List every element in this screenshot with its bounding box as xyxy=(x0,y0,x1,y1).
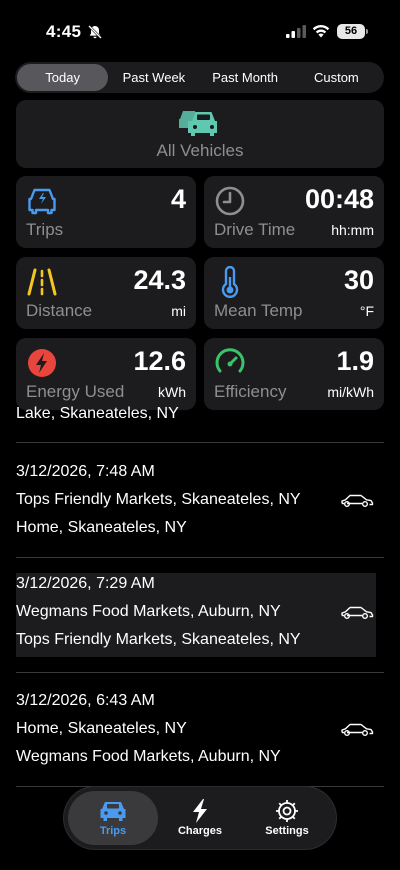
list-divider xyxy=(16,557,384,558)
lightning-bolt-icon xyxy=(28,349,56,377)
gauge-icon xyxy=(215,348,245,373)
tab-charges[interactable]: Charges xyxy=(155,791,245,845)
tab-settings[interactable]: Settings xyxy=(242,791,332,845)
tab-today[interactable]: Today xyxy=(17,64,109,91)
drive-time-value: 00:48 xyxy=(304,184,374,214)
trips-label: Trips xyxy=(26,220,64,239)
car-icon xyxy=(100,802,126,821)
cellular-signal-icon xyxy=(286,25,306,38)
trip-partial-destination: Lake, Skaneateles, NY xyxy=(16,405,179,422)
energy-used-value: 12.6 xyxy=(133,346,186,376)
battery-indicator: 56 xyxy=(337,24,368,39)
multiple-cars-icon xyxy=(179,111,217,136)
drive-time-card: 00:48 Drive Time hh:mm xyxy=(204,176,384,248)
car-outline-icon xyxy=(341,606,374,619)
distance-card: 24.3 Distance mi xyxy=(16,257,196,329)
trip-row[interactable]: 3/12/2026, 7:29 AM Wegmans Food Markets,… xyxy=(16,573,376,657)
mean-temp-value: 30 xyxy=(343,265,374,295)
car-outline-icon xyxy=(341,494,374,507)
trip-origin: Wegmans Food Markets, Auburn, NY xyxy=(16,603,281,620)
tab-trips-label: Trips xyxy=(99,825,127,837)
efficiency-value: 1.9 xyxy=(336,346,374,376)
status-bar: 4:45 56 xyxy=(0,0,400,56)
distance-value: 24.3 xyxy=(133,265,186,295)
energy-used-unit: kWh xyxy=(158,384,186,400)
lightning-bolt-icon xyxy=(193,799,207,823)
drive-time-label: Drive Time xyxy=(214,220,296,239)
trip-origin: Home, Skaneateles, NY xyxy=(16,720,187,737)
mean-temp-card: 30 Mean Temp °F xyxy=(204,257,384,329)
status-time: 4:45 xyxy=(46,22,82,41)
list-divider xyxy=(16,672,384,673)
ev-car-icon xyxy=(28,188,56,215)
trip-destination: Home, Skaneateles, NY xyxy=(16,519,187,536)
efficiency-card: 1.9 Efficiency mi/kWh xyxy=(204,338,384,410)
mean-temp-unit: °F xyxy=(359,303,374,319)
car-outline-icon xyxy=(341,723,374,736)
efficiency-label: Efficiency xyxy=(214,382,287,401)
all-vehicles-label: All Vehicles xyxy=(156,141,244,160)
drive-time-unit: hh:mm xyxy=(331,222,374,238)
trip-datetime: 3/12/2026, 7:48 AM xyxy=(16,463,155,480)
tab-charges-label: Charges xyxy=(177,825,223,837)
trip-destination: Wegmans Food Markets, Auburn, NY xyxy=(16,748,281,765)
trip-destination: Tops Friendly Markets, Skaneateles, NY xyxy=(16,631,301,648)
wifi-icon xyxy=(312,25,330,38)
bell-off-icon xyxy=(88,25,102,39)
clock-icon xyxy=(215,186,245,216)
trip-datetime: 3/12/2026, 7:29 AM xyxy=(16,575,155,592)
trips-card: 4 Trips xyxy=(16,176,196,248)
thermometer-icon xyxy=(221,266,239,298)
distance-label: Distance xyxy=(26,301,93,320)
tab-settings-label: Settings xyxy=(265,825,309,837)
trip-row[interactable]: 3/12/2026, 6:43 AM Home, Skaneateles, NY… xyxy=(16,690,376,774)
mean-temp-label: Mean Temp xyxy=(214,301,303,320)
gear-icon xyxy=(276,800,298,822)
trip-datetime: 3/12/2026, 6:43 AM xyxy=(16,692,155,709)
energy-used-label: Energy Used xyxy=(26,382,125,401)
tab-custom[interactable]: Custom xyxy=(291,64,382,91)
efficiency-unit: mi/kWh xyxy=(327,384,374,400)
list-divider xyxy=(16,442,384,443)
energy-used-card: 12.6 Energy Used kWh xyxy=(16,338,196,410)
tab-past-week[interactable]: Past Week xyxy=(108,64,199,91)
trip-row[interactable]: 3/12/2026, 7:48 AM Tops Friendly Markets… xyxy=(16,461,376,545)
tab-trips[interactable]: Trips xyxy=(68,791,158,845)
vehicle-selector[interactable]: All Vehicles xyxy=(16,100,384,168)
road-icon xyxy=(27,268,57,296)
trip-origin: Tops Friendly Markets, Skaneateles, NY xyxy=(16,491,301,508)
tab-past-month[interactable]: Past Month xyxy=(200,64,291,91)
distance-unit: mi xyxy=(171,303,186,319)
date-range-segmented-control: Today Past Week Past Month Custom xyxy=(15,62,384,93)
trips-value: 4 xyxy=(170,184,186,214)
tab-bar: Trips Charges Settings xyxy=(64,787,336,849)
